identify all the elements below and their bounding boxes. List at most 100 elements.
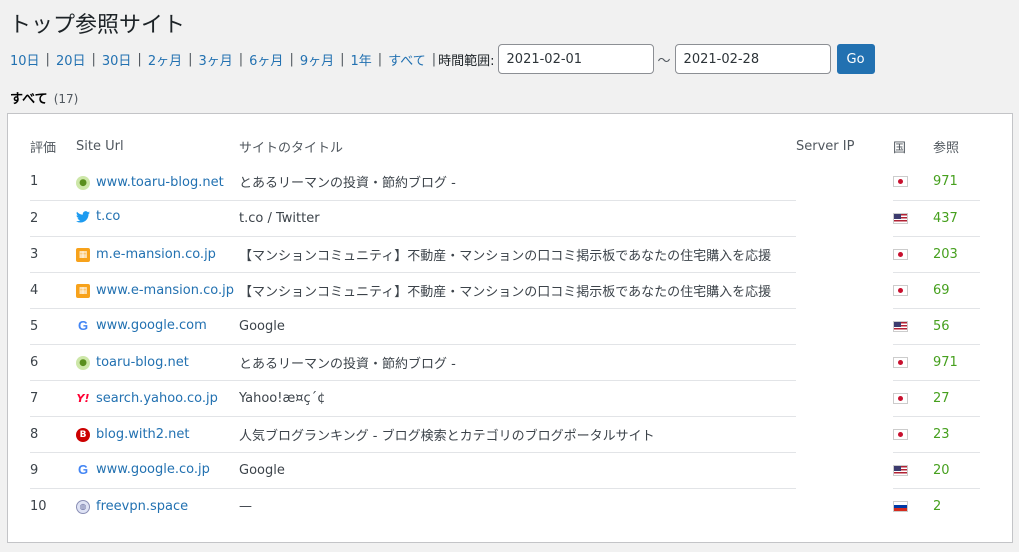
row-country — [893, 164, 933, 200]
row-site-title: とあるリーマンの投資・節約ブログ - — [239, 343, 796, 380]
twitter-icon — [76, 210, 96, 224]
row-rank: 2 — [30, 199, 76, 236]
filter-9-months[interactable]: 9ヶ月 — [300, 50, 334, 69]
range-separator: ～ — [657, 53, 671, 69]
page-title: トップ参照サイト — [9, 13, 186, 38]
go-button[interactable]: Go — [836, 44, 875, 74]
jp-flag-icon — [893, 428, 908, 440]
row-country — [893, 487, 933, 524]
row-views: 20 — [933, 451, 980, 488]
row-site-url-cell: ◍ freevpn.space — [76, 487, 239, 524]
column-site-url: Site Url — [76, 138, 124, 154]
top-referrers-table: 評価 Site Url サイトのタイトル Server IP 国 参照 1 ● ww… — [30, 128, 980, 524]
row-rank: 3 — [30, 235, 76, 272]
view-all-link[interactable]: すべて — [10, 92, 48, 107]
site-url-link[interactable]: ▦ m.e-mansion.co.jp — [76, 247, 216, 262]
row-rank: 10 — [30, 487, 76, 524]
globe-icon: ◍ — [76, 499, 96, 514]
filter-20-days[interactable]: 20日 — [56, 50, 86, 69]
site-url-text: www.toaru-blog.net — [96, 175, 224, 190]
row-country — [893, 307, 933, 344]
filter-1-year[interactable]: 1年 — [351, 50, 372, 69]
table-row: 4 ▦ www.e-mansion.co.jp 【マンションコミュニティ】不動産・マン… — [30, 271, 980, 308]
site-url-text: t.co — [96, 209, 121, 225]
e-mansion-icon: ▦ — [76, 247, 96, 262]
jp-flag-icon — [893, 284, 908, 296]
row-site-url-cell: Gwww.google.co.jp — [76, 451, 239, 488]
site-url-text: search.yahoo.co.jp — [96, 390, 218, 406]
site-url-link[interactable]: ● toaru-blog.net — [76, 355, 189, 370]
row-country — [893, 451, 933, 488]
row-server-ip — [796, 416, 893, 452]
row-rank: 8 — [30, 415, 76, 452]
table-row: 6 ● toaru-blog.net とあるリーマンの投資・節約ブログ - 971 — [30, 343, 980, 380]
row-site-title: 【マンションコミュニティ】不動産・マンションの口コミ掲示板であなたの住宅購入を応… — [239, 235, 796, 272]
view-filter: すべて (17) — [10, 88, 78, 107]
view-all-count: (17) — [53, 92, 79, 106]
site-url-link[interactable]: Bblog.with2.net — [76, 427, 190, 442]
filter-6-months[interactable]: 6ヶ月 — [249, 50, 283, 69]
row-country — [893, 235, 933, 272]
jp-flag-icon — [893, 248, 908, 260]
row-country — [893, 415, 933, 452]
filter-all[interactable]: すべて — [388, 50, 426, 69]
row-site-url-cell: Y! search.yahoo.co.jp — [76, 379, 239, 416]
us-flag-icon — [893, 320, 908, 332]
site-url-link[interactable]: ● www.toaru-blog.net — [76, 175, 224, 190]
column-country: 国 — [893, 140, 907, 156]
site-url-link[interactable]: Y! search.yahoo.co.jp — [76, 391, 218, 406]
filter-2-months[interactable]: 2ヶ月 — [148, 50, 182, 69]
column-site-title: サイトのタイトル — [239, 140, 344, 156]
ru-flag-icon — [893, 500, 908, 512]
site-url-text: toaru-blog.net — [96, 355, 189, 371]
row-site-url-cell: ● toaru-blog.net — [76, 343, 239, 380]
jp-flag-icon — [893, 356, 908, 368]
row-server-ip — [796, 452, 893, 488]
row-site-title: Yahoo!æ¤ç´¢ — [239, 379, 796, 416]
row-country — [893, 271, 933, 308]
site-url-link[interactable]: ▦ www.e-mansion.co.jp — [76, 283, 234, 298]
row-country — [893, 199, 933, 236]
date-to-input[interactable] — [674, 44, 831, 74]
row-site-url-cell: ▦ m.e-mansion.co.jp — [76, 235, 239, 272]
date-from-input[interactable] — [497, 44, 654, 74]
filter-3-months[interactable]: 3ヶ月 — [198, 50, 232, 69]
row-views: 971 — [933, 174, 958, 190]
row-site-url-cell: Gwww.google.com — [76, 307, 239, 344]
row-views: 23 — [933, 415, 980, 452]
row-site-url-cell: ● www.toaru-blog.net — [76, 164, 239, 200]
row-views: 203 — [933, 235, 980, 272]
table-row: 10 ◍ freevpn.space — 2 — [30, 487, 980, 524]
site-url-link[interactable]: t.co — [76, 209, 120, 224]
row-site-url-cell: t.co — [76, 199, 239, 236]
google-icon: G — [77, 462, 89, 477]
row-server-ip — [796, 164, 893, 200]
toaru-blog-icon: ● — [76, 355, 96, 370]
row-site-title: Google — [239, 451, 796, 488]
row-site-title: Google — [239, 307, 796, 344]
row-site-title: — — [239, 487, 796, 524]
us-flag-icon — [893, 464, 908, 476]
site-url-link[interactable]: ◍ freevpn.space — [76, 499, 188, 514]
row-views: 27 — [933, 379, 980, 416]
row-rank: 7 — [30, 379, 76, 416]
row-country — [893, 379, 933, 416]
filter-10-days[interactable]: 10日 — [10, 50, 40, 69]
row-rank: 1 — [30, 174, 39, 190]
e-mansion-icon: ▦ — [76, 283, 96, 298]
row-server-ip — [796, 272, 893, 308]
date-filter-bar: 10日 | 20日 | 30日 | 2ヶ月 | 3ヶ月 | 6ヶ月 | 9ヶ月 | 1年 | す… — [10, 44, 875, 74]
row-site-title: t.co / Twitter — [239, 199, 796, 236]
filter-30-days[interactable]: 30日 — [102, 50, 132, 69]
row-views: 437 — [933, 199, 980, 236]
row-views: 971 — [933, 343, 980, 380]
site-url-link[interactable]: Gwww.google.co.jp — [76, 462, 210, 477]
google-icon: G — [77, 318, 89, 333]
site-url-text: www.google.com — [96, 318, 207, 333]
row-rank: 4 — [30, 271, 76, 308]
row-site-title: 【マンションコミュニティ】不動産・マンションの口コミ掲示板であなたの住宅購入を応… — [239, 271, 796, 308]
row-country — [893, 343, 933, 380]
site-url-link[interactable]: Gwww.google.com — [76, 318, 207, 333]
row-site-title: 人気ブログランキング - ブログ検索とカテゴリのブログポータルサイト — [239, 415, 796, 452]
site-url-text: www.e-mansion.co.jp — [96, 283, 234, 299]
